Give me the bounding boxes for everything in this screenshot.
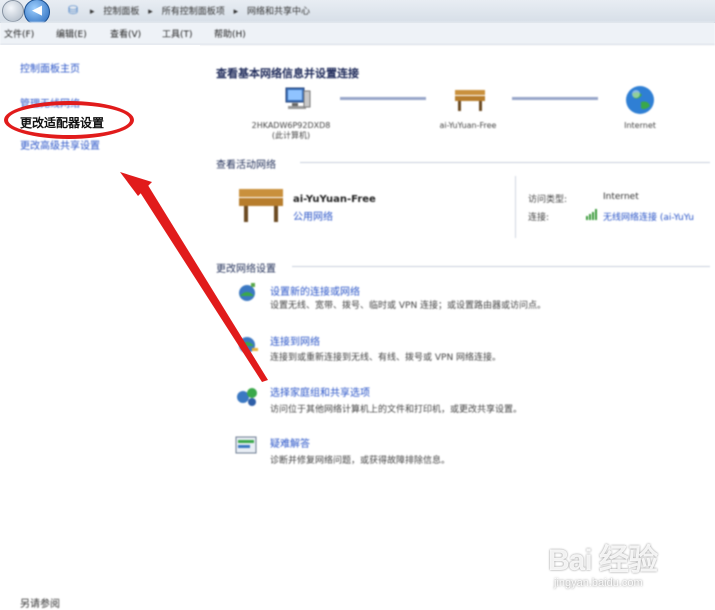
connection-link[interactable]: 无线网络连接 (ai-YuYu <box>603 210 694 223</box>
task-setup-connection-desc: 设置无线、宽带、拨号、临时或 VPN 连接；或设置路由器或访问点。 <box>270 301 547 311</box>
change-settings-header: 更改网络设置 <box>216 264 276 275</box>
bench-network-icon <box>452 86 488 112</box>
connection-line <box>340 97 426 100</box>
computer-icon <box>282 85 312 113</box>
computer-sub: (此计算机) <box>271 131 311 140</box>
address-bar: ◀ ⛁ ▸ 控制面板 ▸ 所有控制面板项 ▸ 网络和共享中心 <box>0 0 715 25</box>
task-connect-network-link[interactable]: 连接到网络 <box>270 333 320 348</box>
menu-bar: 文件(F) 编辑(E) 查看(V) 工具(T) 帮助(H) <box>0 22 715 45</box>
breadcrumb-sep: ▸ <box>90 7 95 17</box>
watermark-url: jingyan.baidu.com <box>554 577 643 589</box>
breadcrumb-control-panel[interactable]: 控制面板 <box>103 7 139 17</box>
network-type-link[interactable]: 公用网络 <box>293 208 333 223</box>
network-node-label: ai-YuYuan-Free <box>439 121 497 130</box>
breadcrumb-all-items[interactable]: 所有控制面板项 <box>162 7 225 17</box>
section-divider <box>292 266 710 267</box>
baidu-watermark: Bai 经验 jingyan.baidu.com <box>548 535 708 605</box>
menu-help[interactable]: 帮助(H) <box>214 27 246 40</box>
breadcrumb[interactable]: ▸ 控制面板 ▸ 所有控制面板项 ▸ 网络和共享中心 <box>90 4 316 17</box>
task-homegroup-desc: 访问位于其他网络计算机上的文件和打印机，或更改共享设置。 <box>270 405 523 415</box>
access-type-value: Internet <box>603 192 639 202</box>
computer-name: 2HKADW6P92DXD8 <box>251 121 331 130</box>
connection-label: 连接: <box>528 213 550 223</box>
section-divider <box>300 162 710 163</box>
bench-network-icon <box>236 184 286 224</box>
task-setup-connection-link[interactable]: 设置新的连接或网络 <box>270 283 360 298</box>
breadcrumb-sep: ▸ <box>233 7 239 17</box>
menu-view[interactable]: 查看(V) <box>110 27 141 40</box>
active-network-name: ai-YuYuan-Free <box>293 194 376 205</box>
breadcrumb-network-center[interactable]: 网络和共享中心 <box>247 7 310 17</box>
access-type-label: 访问类型: <box>528 195 568 205</box>
connect-network-icon <box>234 332 260 358</box>
breadcrumb-sep: ▸ <box>148 7 153 17</box>
homegroup-icon <box>234 383 260 409</box>
back-button[interactable] <box>2 0 24 22</box>
internet-node-label: Internet <box>624 121 656 130</box>
signal-icon <box>585 208 599 220</box>
vertical-divider <box>515 176 516 238</box>
arrow-left-icon: ◀ <box>32 3 42 18</box>
annotation-ellipse <box>4 101 134 139</box>
task-connect-network-desc: 连接到或重新连接到无线、有线、拨号或 VPN 网络连接。 <box>270 353 502 363</box>
computer-node-label: 2HKADW6P92DXD8 (此计算机) <box>236 121 346 141</box>
task-troubleshoot-desc: 诊断并修复网络问题，或获得故障排除信息。 <box>270 456 451 466</box>
menu-edit[interactable]: 编辑(E) <box>56 27 87 40</box>
network-center-icon: ⛁ <box>68 3 79 17</box>
active-networks-header: 查看活动网络 <box>216 160 276 171</box>
see-also-heading: 另请参阅 <box>20 599 60 610</box>
globe-icon <box>624 84 656 116</box>
task-homegroup-link[interactable]: 选择家庭组和共享选项 <box>270 384 370 399</box>
troubleshoot-icon <box>234 434 260 458</box>
control-panel-home-link[interactable]: 控制面板主页 <box>20 60 80 75</box>
task-troubleshoot-link[interactable]: 疑难解答 <box>270 435 310 450</box>
menu-file[interactable]: 文件(F) <box>4 27 34 40</box>
change-sharing-settings-link[interactable]: 更改高级共享设置 <box>20 137 100 152</box>
new-connection-icon <box>234 280 260 306</box>
watermark-logo-text: Bai 经验 <box>548 544 658 577</box>
page-title: 查看基本网络信息并设置连接 <box>216 67 359 80</box>
menu-tools[interactable]: 工具(T) <box>162 27 193 40</box>
connection-line <box>512 97 598 100</box>
